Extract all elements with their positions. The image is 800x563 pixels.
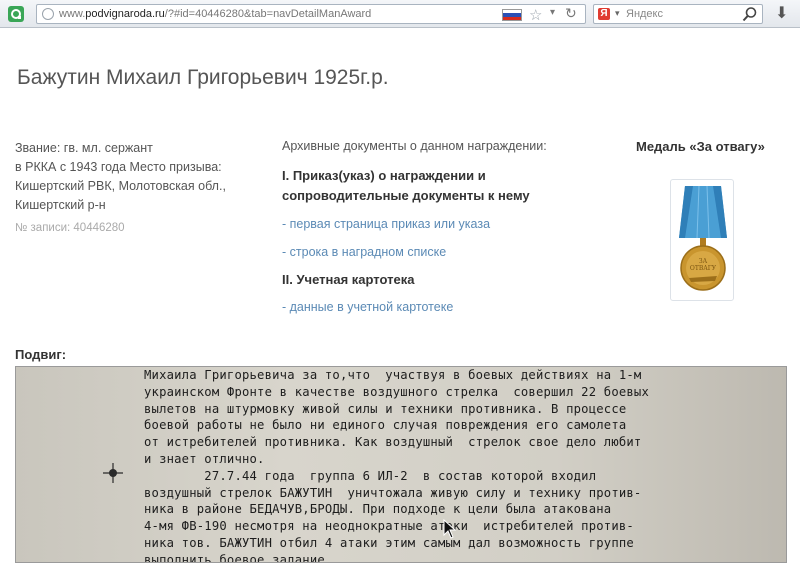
feat-line: ника тов. БАЖУТИН отбил 4 атаки этим сам… — [144, 535, 634, 550]
link-award-list[interactable]: - строка в наградном списке — [282, 245, 446, 259]
medal-title: Медаль «За отвагу» — [636, 139, 765, 154]
search-engine-dropdown-icon[interactable]: ▾ — [615, 8, 620, 19]
dropdown-icon[interactable]: ▾ — [550, 7, 555, 18]
feat-text: Михаила Григорьевича за то,что участвуя … — [144, 367, 784, 563]
url-text[interactable]: www.podvignaroda.ru/?#id=40446280&tab=na… — [59, 8, 371, 20]
app-icon[interactable] — [8, 6, 24, 22]
feat-line: ника в районе БЕДАЧУВ,БРОДЫ. При подходе… — [144, 502, 612, 517]
rank-line: Звание: гв. мл. сержант — [15, 141, 153, 155]
feat-line: вылетов на штурмовку живой силы и техник… — [144, 401, 627, 416]
address-bar[interactable]: www.podvignaroda.ru/?#id=40446280&tab=na… — [36, 4, 586, 24]
svg-text:ЗА: ЗА — [699, 258, 708, 265]
feat-line: украинском Фронте в качестве воздушного … — [144, 384, 650, 399]
archive-documents: Архивные документы о данном награждении:… — [282, 139, 582, 314]
feat-label: Подвиг: — [15, 347, 67, 362]
feat-line: 27.7.44 года группа 6 ИЛ-2 в состав кото… — [144, 468, 597, 483]
star-icon[interactable]: ☆ — [529, 6, 542, 24]
feat-line: и знает отлично. — [144, 451, 265, 466]
person-details: Звание: гв. мл. сержант в РККА с 1943 го… — [15, 139, 255, 215]
link-first-page[interactable]: - первая страница приказ или указа — [282, 217, 490, 231]
draft-office-line: Кишертский РВК, Молотовская обл., — [15, 179, 226, 193]
feat-line: 4-мя ФВ-190 несмотря на неоднократные ат… — [144, 519, 634, 534]
feat-line: воздушный стрелок БАЖУТИН уничтожала жив… — [144, 485, 642, 500]
record-number: № записи: 40446280 — [15, 222, 125, 234]
archive-heading: Архивные документы о данном награждении: — [282, 139, 547, 153]
reload-icon[interactable]: ↻ — [565, 5, 577, 22]
feat-line: боевой работы не было ни единого случая … — [144, 418, 627, 433]
browser-toolbar: www.podvignaroda.ru/?#id=40446280&tab=na… — [0, 0, 800, 28]
search-icon[interactable] — [742, 6, 758, 22]
district-line: Кишертский р-н — [15, 198, 106, 212]
section-card-title: II. Учетная картотека — [282, 272, 415, 287]
svg-text:ОТВАГУ: ОТВАГУ — [690, 265, 717, 272]
feat-line: от истребителей противника. Как воздушны… — [144, 435, 642, 450]
feat-document-scan: Михаила Григорьевича за то,что участвуя … — [15, 366, 787, 563]
medal-image[interactable]: ЗА ОТВАГУ — [670, 179, 734, 301]
search-bar[interactable]: Я ▾ Яндекс — [593, 4, 763, 24]
section-order-title: I. Приказ(указ) о награждении и сопровод… — [282, 168, 530, 203]
yandex-icon[interactable]: Я — [598, 8, 610, 20]
feat-line: Михаила Григорьевича за то,что участвуя … — [144, 368, 642, 382]
feat-line: выполнить боевое задание. — [144, 552, 333, 563]
punch-hole-icon — [103, 463, 123, 483]
search-input[interactable]: Яндекс — [626, 8, 663, 20]
russia-flag-icon — [502, 9, 522, 21]
download-icon[interactable]: ⬇ — [775, 3, 788, 23]
link-card-data[interactable]: - данные в учетной картотеке — [282, 300, 453, 314]
medal-icon: ЗА ОТВАГУ — [679, 185, 727, 291]
mouse-cursor-icon — [443, 519, 457, 539]
page-title: Бажутин Михаил Григорьевич 1925г.р. — [17, 66, 389, 89]
globe-icon — [42, 8, 54, 20]
service-line: в РККА с 1943 года Место призыва: — [15, 160, 222, 174]
